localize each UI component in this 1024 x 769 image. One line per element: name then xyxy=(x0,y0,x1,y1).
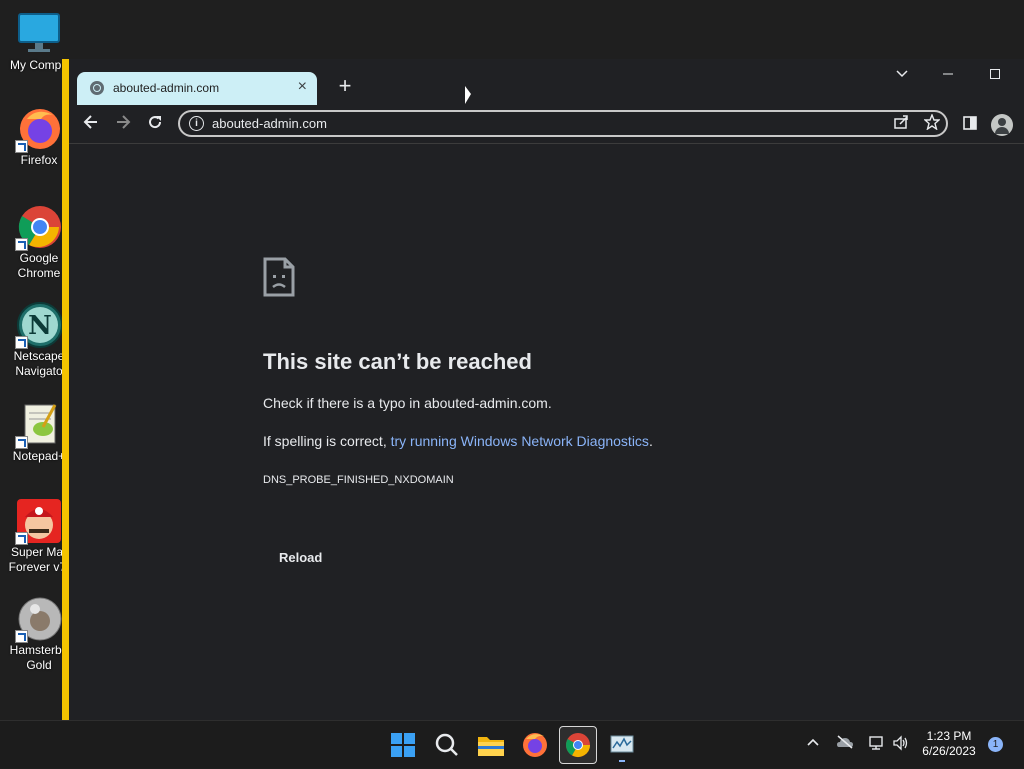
forward-arrow-icon xyxy=(117,115,131,129)
error-page: This site can’t be reached Check if ther… xyxy=(69,144,1024,720)
bookmark-star-icon[interactable] xyxy=(923,113,941,134)
volume-icon[interactable] xyxy=(892,735,910,754)
profile-avatar-icon[interactable] xyxy=(991,114,1013,136)
shortcut-arrow-icon xyxy=(15,532,28,545)
reload-icon xyxy=(149,116,162,129)
folder-icon xyxy=(478,737,504,756)
chevron-down-icon xyxy=(896,70,908,78)
taskbar-firefox-button[interactable] xyxy=(516,726,554,764)
minimize-icon xyxy=(943,73,953,75)
url-text[interactable]: abouted-admin.com xyxy=(212,116,327,131)
clock-time: 1:23 PM xyxy=(926,729,972,743)
show-hidden-icons-chevron-icon[interactable] xyxy=(806,735,820,752)
notification-badge[interactable]: 1 xyxy=(988,737,1003,752)
tab-title: abouted-admin.com xyxy=(113,81,220,95)
diagnostics-suffix: . xyxy=(648,433,653,449)
firefox-icon xyxy=(523,733,547,757)
taskbar-monitor-app-button[interactable] xyxy=(603,726,641,764)
browser-toolbar: i abouted-admin.com xyxy=(69,105,1024,144)
error-code: DNS_PROBE_FINISHED_NXDOMAIN xyxy=(263,474,454,486)
error-title: This site can’t be reached xyxy=(263,349,532,374)
shortcut-arrow-icon xyxy=(15,140,28,153)
shortcut-arrow-icon xyxy=(15,238,28,251)
search-button[interactable] xyxy=(428,726,466,764)
resource-monitor-icon xyxy=(610,735,634,762)
forward-button[interactable] xyxy=(109,111,137,137)
share-icon[interactable] xyxy=(893,114,909,134)
error-hint-diagnostics: If spelling is correct, try running Wind… xyxy=(263,433,653,449)
start-button[interactable] xyxy=(384,726,422,764)
back-arrow-icon xyxy=(83,115,97,129)
netscape-icon: N xyxy=(15,301,63,349)
side-panel-button[interactable] xyxy=(956,111,984,137)
sad-document-icon xyxy=(263,257,295,297)
maximize-button[interactable] xyxy=(975,63,1015,87)
reload-button[interactable]: Reload xyxy=(263,544,338,571)
error-hint-typo: Check if there is a typo in abouted-admi… xyxy=(263,395,552,411)
mario-icon xyxy=(15,497,63,545)
mouse-cursor-icon xyxy=(465,86,471,104)
minimize-button[interactable] xyxy=(928,63,968,87)
diagnostics-prefix: If spelling is correct, xyxy=(263,433,391,449)
network-icon[interactable] xyxy=(868,735,886,754)
system-clock[interactable]: 1:23 PM 6/26/2023 xyxy=(914,729,984,759)
reload-toolbar-button[interactable] xyxy=(141,111,169,137)
monitor-icon xyxy=(15,10,63,58)
clock-date: 6/26/2023 xyxy=(922,744,976,758)
tab-abouted-admin[interactable]: abouted-admin.com × xyxy=(77,72,317,105)
taskbar-chrome-button[interactable] xyxy=(559,726,597,764)
tab-strip: abouted-admin.com × + xyxy=(69,59,1024,105)
tab-search-button[interactable] xyxy=(882,63,922,87)
chrome-icon xyxy=(565,733,590,758)
svg-text:N: N xyxy=(28,311,52,341)
shortcut-arrow-icon xyxy=(15,630,28,643)
tab-close-icon[interactable]: × xyxy=(298,78,307,96)
search-icon xyxy=(435,733,458,756)
back-button[interactable] xyxy=(77,111,105,137)
network-diagnostics-link[interactable]: try running Windows Network Diagnostics xyxy=(391,433,649,449)
file-explorer-button[interactable] xyxy=(472,726,510,764)
chrome-window: abouted-admin.com × + i abouted-admin.co… xyxy=(62,59,1024,720)
shortcut-arrow-icon xyxy=(15,436,28,449)
onedrive-offline-icon[interactable] xyxy=(836,735,854,752)
maximize-icon xyxy=(990,69,1000,79)
chrome-icon xyxy=(15,203,63,251)
site-info-icon[interactable]: i xyxy=(189,116,204,131)
hamsterball-icon xyxy=(15,595,63,643)
windows-logo-icon xyxy=(391,733,415,757)
taskbar: 1:23 PM 6/26/2023 1 xyxy=(0,720,1024,768)
firefox-icon xyxy=(15,105,63,153)
new-tab-button[interactable]: + xyxy=(331,73,359,101)
notepad-plus-icon xyxy=(15,401,63,449)
address-bar[interactable]: i abouted-admin.com xyxy=(178,110,948,137)
side-panel-icon xyxy=(963,116,977,130)
shortcut-arrow-icon xyxy=(15,336,28,349)
globe-icon xyxy=(90,81,104,95)
